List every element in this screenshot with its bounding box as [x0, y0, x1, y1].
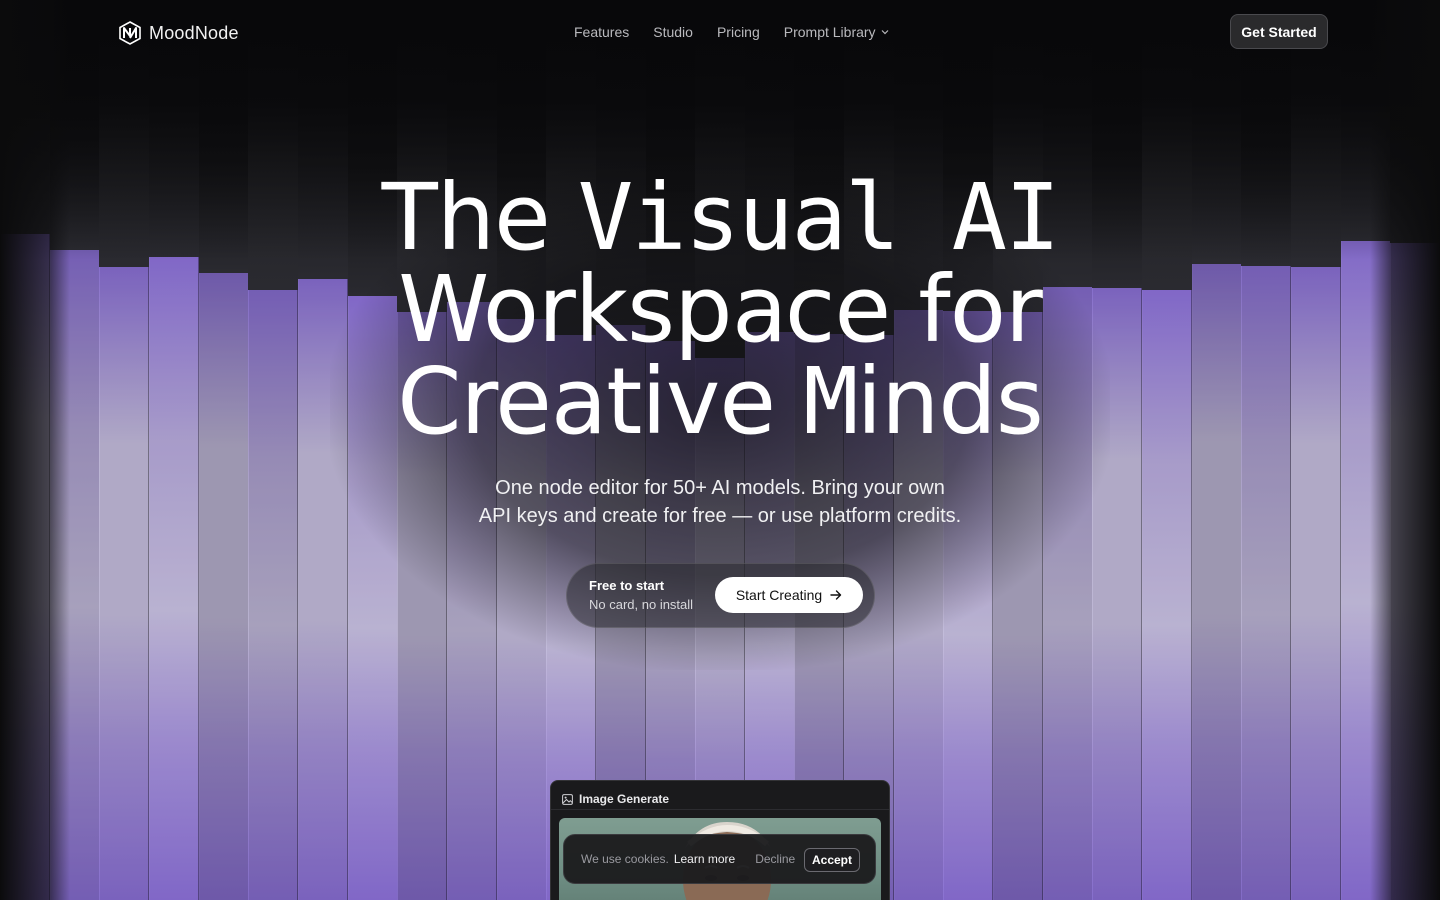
- hero-title-line-3: Creative Minds: [0, 356, 1440, 448]
- hero-title-part-ce-for: ce for: [784, 256, 1043, 363]
- hero-subtitle-line-1: One node editor for 50+ AI models. Bring…: [495, 477, 945, 499]
- start-creating-button[interactable]: Start Creating: [715, 577, 863, 613]
- arrow-right-icon: [830, 590, 842, 600]
- hero-title-pixel-a: a: [731, 256, 786, 363]
- hero-title-part-inds: inds: [856, 348, 1044, 455]
- brand-name: MoodNode: [149, 22, 239, 43]
- cta-note-subtitle: No card, no install: [589, 597, 694, 612]
- get-started-button[interactable]: Get Started: [1230, 14, 1328, 49]
- chevron-down-icon: [881, 30, 888, 35]
- left-fade: [0, 0, 70, 900]
- cookie-banner: We use cookies. Learn more Decline Accep…: [563, 834, 876, 884]
- node-title: Image Generate: [579, 792, 670, 806]
- nav-link-pricing[interactable]: Pricing: [705, 22, 772, 42]
- cookie-accept-button[interactable]: Accept: [804, 848, 860, 872]
- hero-title-pixel-visual-ai: Visual AI: [577, 164, 1060, 271]
- hero-title-part-worksp: Worksp: [398, 256, 732, 363]
- hero-subtitle-line-2: API keys and create for free — or use pl…: [478, 505, 962, 527]
- nav-link-studio[interactable]: Studio: [641, 22, 705, 42]
- hero-title-word-creative: Creative: [397, 348, 804, 455]
- top-nav: MoodNode Features Studio Pricing Prompt …: [0, 0, 1440, 64]
- brand-link[interactable]: MoodNode: [119, 20, 239, 46]
- landing-page: MoodNode Features Studio Pricing Prompt …: [0, 0, 1440, 900]
- right-fade: [1370, 0, 1440, 900]
- cta-note-title: Free to start: [589, 578, 665, 593]
- nav-link-prompt-library[interactable]: Prompt Library: [772, 22, 901, 42]
- cta-note: Free to start No card, no install: [589, 577, 693, 615]
- nav-link-prompt-library-label: Prompt Library: [783, 24, 876, 40]
- hero-title: The Visual AI Workspace for Creative Min…: [0, 172, 1440, 448]
- cta-pill: Free to start No card, no install Start …: [566, 563, 875, 628]
- hero-title-pixel-m: M: [803, 348, 858, 455]
- nav-link-features[interactable]: Features: [562, 22, 641, 42]
- node-header: Image Generate: [562, 789, 669, 809]
- node-divider: [551, 809, 889, 810]
- hero-title-line-1: The Visual AI: [0, 172, 1440, 264]
- start-creating-label: Start Creating: [735, 587, 823, 603]
- nav-links: Features Studio Pricing Prompt Library: [562, 22, 901, 42]
- hero-title-word-the: The: [381, 164, 578, 271]
- moodnode-logo-icon: [119, 21, 141, 45]
- cookie-text: We use cookies.: [581, 852, 669, 866]
- cookie-learn-more-link[interactable]: Learn more: [674, 852, 735, 866]
- hero-subtitle: One node editor for 50+ AI models. Bring…: [0, 474, 1440, 530]
- hero-title-line-2: Workspace for: [0, 264, 1440, 356]
- image-icon: [562, 793, 573, 805]
- cookie-decline-button[interactable]: Decline: [755, 852, 795, 866]
